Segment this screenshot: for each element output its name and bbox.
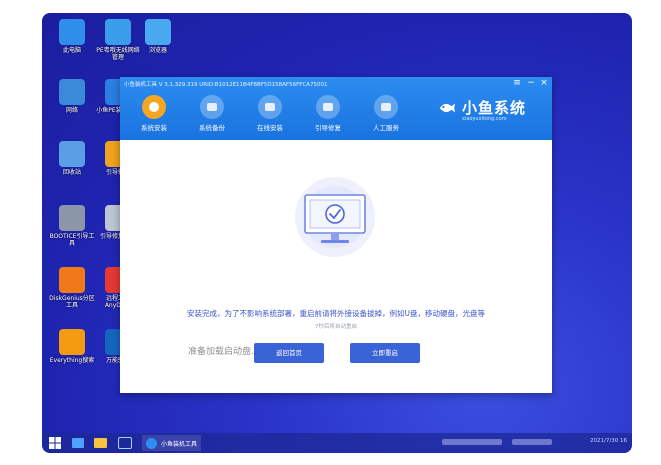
recycle-bin-icon	[59, 141, 85, 167]
brand-url: xiaoyuxitong.com	[462, 116, 507, 122]
toolbox-icon	[316, 95, 340, 119]
brand-logo: 小鱼系统 xiaoyuxitong.com	[438, 97, 548, 127]
desktop-icon[interactable]: 回收站	[48, 141, 96, 176]
task-view-icon[interactable]	[72, 436, 84, 450]
loading-overlay-text: 准备加载启动盘…	[188, 347, 261, 357]
install-complete-illustration	[295, 177, 375, 257]
browser-icon	[145, 19, 171, 45]
desktop-icon-label: Everything搜索	[49, 357, 95, 364]
tab-label: 引导修复	[315, 124, 341, 132]
desktop-icon[interactable]: BOOTICE引导工具	[48, 205, 96, 247]
installer-window: 小鱼装机工具 V 3.1.329.319 URID:B1012E11B4F8BF…	[120, 77, 552, 393]
countdown-text: 7秒后将自动重启	[315, 324, 357, 330]
desktop-icon-label: BOOTICE引导工具	[49, 233, 95, 247]
menu-icon[interactable]: ≡	[512, 78, 522, 88]
computer-icon	[59, 19, 85, 45]
close-button[interactable]: ×	[539, 78, 549, 88]
support-icon	[374, 95, 398, 119]
desktop-icon[interactable]: 浏览器	[134, 19, 182, 54]
minimize-button[interactable]: −	[526, 78, 536, 88]
desktop-icon-label: 此电脑	[62, 47, 81, 54]
tab-manual-service[interactable]: 人工服务	[361, 95, 411, 132]
fish-icon	[439, 103, 456, 113]
desktop-icon-label: 网络	[65, 107, 78, 114]
install-complete-message: 安装完成，为了不影响系统部署，重启前请将外接设备拔掉，例如U盘，移动硬盘，光盘等	[187, 309, 485, 318]
windows-icon	[49, 437, 61, 449]
network-icon	[105, 19, 131, 45]
taskbar: 小鱼装机工具 2021/7/30 16	[42, 433, 632, 453]
tab-label: 在线安装	[257, 124, 283, 132]
installer-app-icon	[146, 437, 157, 449]
start-button[interactable]	[48, 436, 62, 450]
tab-online-install[interactable]: 在线安装	[245, 95, 295, 132]
bootice-icon	[59, 205, 85, 231]
desktop-icon-label: 回收站	[62, 169, 81, 176]
restart-now-button[interactable]: 立即重启	[350, 343, 420, 363]
desktop-icon[interactable]: DiskGenius分区工具	[48, 267, 96, 309]
tab-boot-repair[interactable]: 引导修复	[303, 95, 353, 132]
desktop-icon[interactable]: Everything搜索	[48, 329, 96, 364]
backup-icon	[200, 95, 224, 119]
globe-icon	[59, 79, 85, 105]
back-home-button[interactable]: 返回首页	[254, 343, 324, 363]
taskbar-app-label: 小鱼装机工具	[161, 440, 198, 448]
install-icon	[142, 95, 166, 119]
window-header: 小鱼装机工具 V 3.1.329.319 URID:B1012E11B4F8BF…	[120, 77, 552, 140]
desktop-icon[interactable]: 此电脑	[48, 19, 96, 54]
desktop-icon[interactable]: 网络	[48, 79, 96, 114]
tab-system-backup[interactable]: 系统备份	[187, 95, 237, 132]
system-clock[interactable]: 2021/7/30 16	[590, 438, 627, 444]
network-tool-icon[interactable]	[118, 436, 132, 450]
tab-label: 人工服务	[373, 124, 399, 132]
desktop: 此电脑 PE粤哦无线网络管理 浏览器 网络 小鱼PE装机工具 回收站 引导修复 BOOTICE…	[42, 13, 632, 453]
tab-label: 系统备份	[199, 124, 225, 132]
tray-icons	[442, 439, 502, 445]
tab-system-install[interactable]: 系统安装	[129, 95, 179, 132]
tab-label: 系统安装	[141, 124, 167, 132]
search-icon	[59, 329, 85, 355]
window-title: 小鱼装机工具 V 3.1.329.319 URID:B1012E11B4F8BF…	[124, 82, 328, 88]
diskgenius-icon	[59, 267, 85, 293]
brand-name: 小鱼系统	[462, 99, 527, 117]
taskbar-app-installer[interactable]: 小鱼装机工具	[142, 435, 202, 451]
desktop-icon-label: DiskGenius分区工具	[49, 295, 95, 309]
tray-icons-2	[512, 439, 552, 445]
file-explorer-icon[interactable]	[94, 436, 107, 450]
download-icon	[258, 95, 282, 119]
desktop-icon-label: 浏览器	[148, 47, 167, 54]
